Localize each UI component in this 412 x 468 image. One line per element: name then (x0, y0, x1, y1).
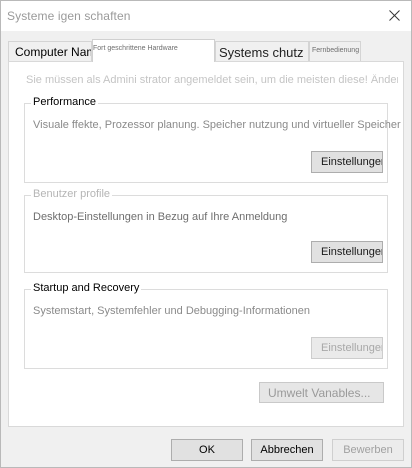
tab-label: Computer Name (15, 45, 91, 59)
group-description: Visuale ffekte, Prozessor planung. Speic… (33, 119, 401, 131)
tab-computer-name[interactable]: Computer Name (8, 41, 92, 61)
group-description: Systemstart, Systemfehler und Debugging-… (33, 305, 310, 317)
user-profiles-settings-button[interactable]: Einstellungen... (311, 241, 383, 263)
window-title: Systeme igen schaften (7, 9, 131, 23)
performance-settings-button[interactable]: Einstellungen... (311, 151, 383, 173)
user-profiles-group: Benutzer profile Desktop-Einstellungen i… (24, 188, 388, 273)
group-title: Benutzer profile (31, 188, 113, 200)
group-description: Desktop-Einstellungen in Bezug auf Ihre … (33, 211, 288, 223)
group-title: Startup and Recovery (31, 282, 142, 294)
tab-label: Fernbedienung (312, 47, 360, 54)
close-button[interactable] (377, 1, 411, 31)
tab-remote[interactable]: Fernbedienung (309, 41, 361, 61)
group-title: Performance (31, 96, 98, 108)
admin-notice: Sie müssen als Admini strator angemeldet… (26, 74, 398, 86)
system-properties-window: Systeme igen schaften Computer Name Fort… (0, 0, 412, 468)
startup-recovery-settings-button[interactable]: Einstellungen... (311, 337, 383, 359)
close-icon (389, 10, 400, 21)
environment-variables-button[interactable]: Umwelt Vanables... (259, 382, 384, 403)
tab-label: Systems chutz (219, 45, 304, 60)
ok-button[interactable]: OK (171, 439, 243, 461)
startup-recovery-group: Startup and Recovery Systemstart, System… (24, 282, 388, 369)
tab-system-protection[interactable]: Systems chutz (215, 41, 309, 61)
tab-label: Fort geschrittene Hardware (93, 45, 178, 52)
tab-advanced-hardware[interactable]: Fort geschrittene Hardware (92, 39, 215, 62)
title-bar: Systeme igen schaften (1, 1, 411, 31)
tab-strip: Computer Name Fort geschrittene Hardware… (8, 39, 368, 62)
apply-button[interactable]: Bewerben (332, 439, 404, 461)
tab-panel: Sie müssen als Admini strator angemeldet… (8, 61, 404, 427)
performance-group: Performance Visuale ffekte, Prozessor pl… (24, 96, 401, 183)
cancel-button[interactable]: Abbrechen (251, 439, 323, 461)
